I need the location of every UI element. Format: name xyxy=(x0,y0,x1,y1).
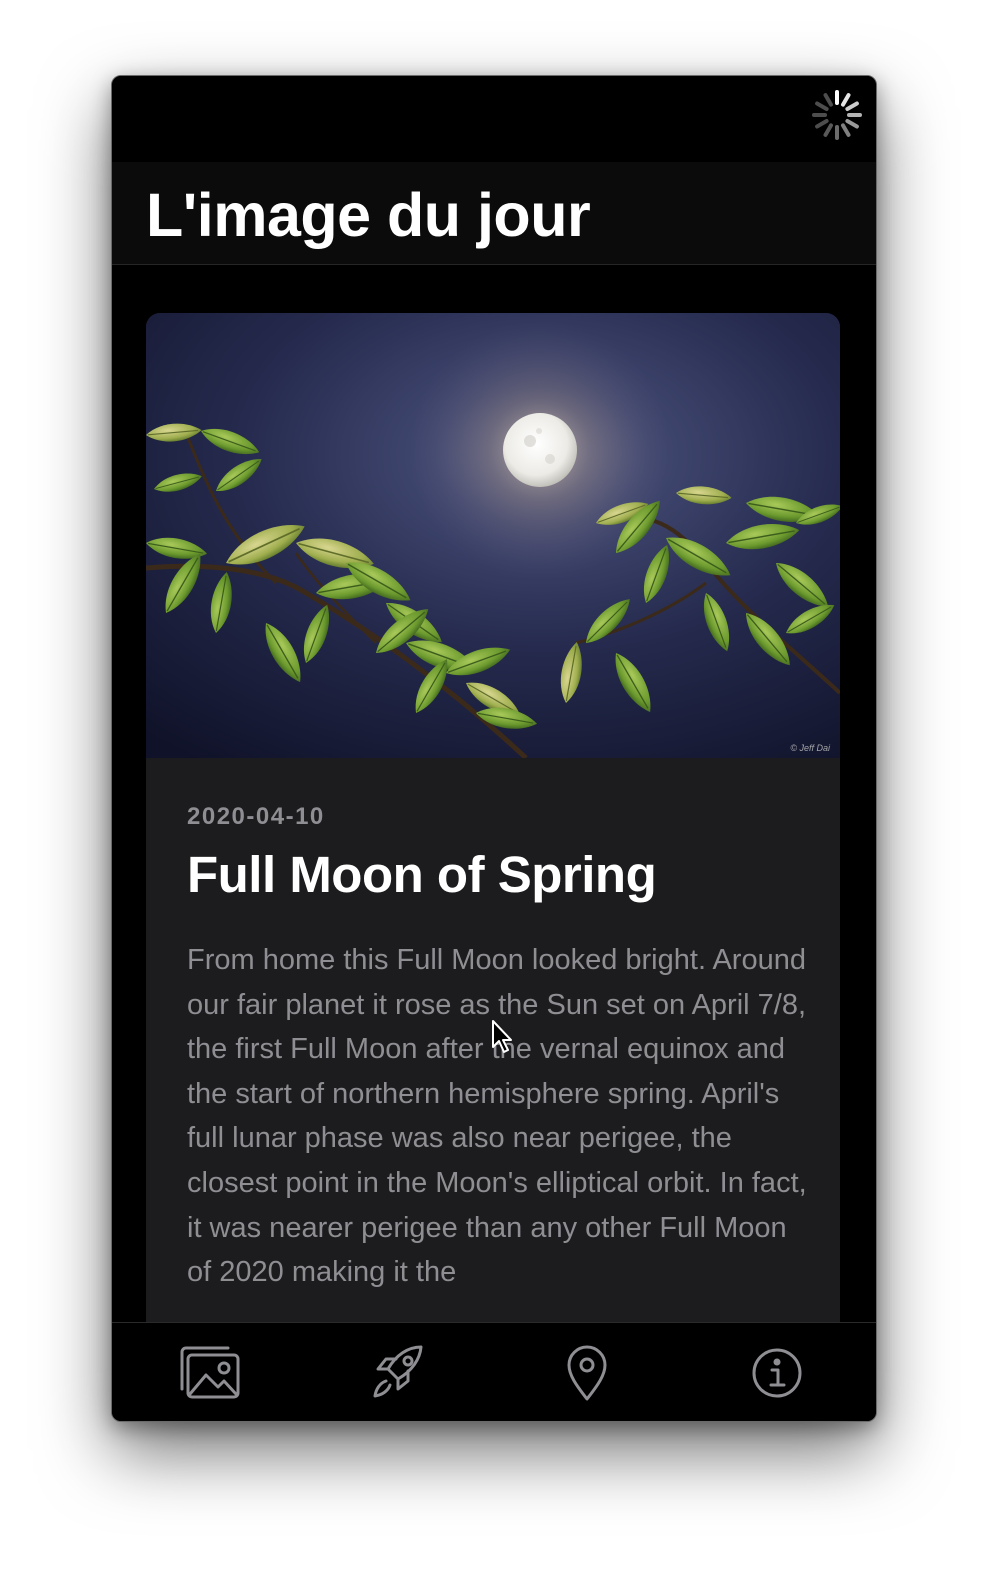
tab-launches[interactable] xyxy=(366,1343,432,1403)
app-window: L'image du jour © Jeff Dai 2020-04-10 Fu… xyxy=(111,75,877,1422)
image-credit: © Jeff Dai xyxy=(790,743,830,753)
info-icon xyxy=(752,1348,802,1398)
apod-card[interactable]: © Jeff Dai 2020-04-10 Full Moon of Sprin… xyxy=(146,313,840,1322)
article-date: 2020-04-10 xyxy=(187,803,325,830)
article-title: Full Moon of Spring xyxy=(187,846,657,903)
location-pin-icon xyxy=(567,1345,607,1401)
activity-spinner-icon xyxy=(812,90,862,140)
rocket-icon xyxy=(373,1345,423,1398)
status-bar xyxy=(112,76,876,162)
scroll-content[interactable]: © Jeff Dai 2020-04-10 Full Moon of Sprin… xyxy=(112,265,876,1322)
tab-bar xyxy=(112,1322,876,1421)
card-body: 2020-04-10 Full Moon of Spring From home… xyxy=(187,803,817,1295)
tab-info[interactable] xyxy=(744,1343,810,1403)
apod-photo xyxy=(146,313,840,758)
tab-locations[interactable] xyxy=(554,1343,620,1403)
article-description: From home this Full Moon looked bright. … xyxy=(187,944,807,1289)
page-title: L'image du jour xyxy=(146,181,591,249)
navigation-bar: L'image du jour xyxy=(112,162,876,265)
photo-gallery-icon xyxy=(180,1346,240,1399)
tab-gallery[interactable] xyxy=(176,1343,242,1403)
